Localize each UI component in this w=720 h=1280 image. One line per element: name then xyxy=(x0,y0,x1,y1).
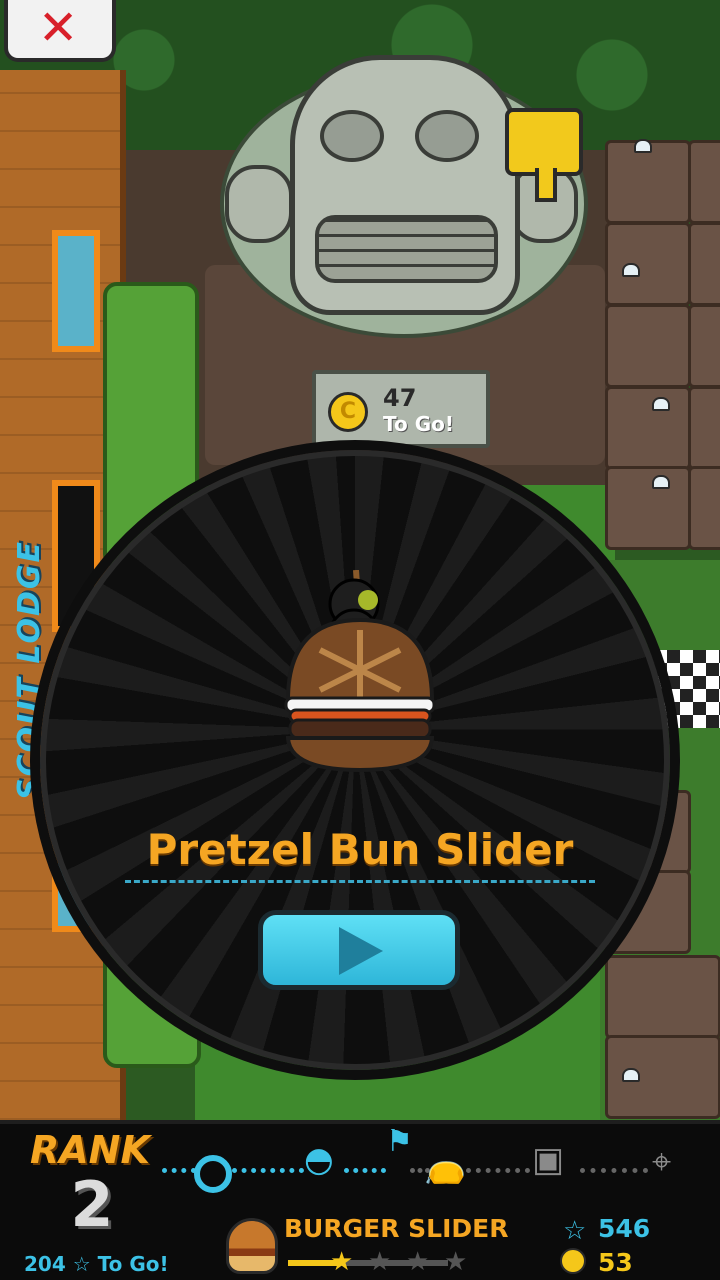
money-bag-icon: 👝 xyxy=(424,1146,467,1186)
play-button[interactable] xyxy=(258,910,460,990)
current-item-name: BURGER SLIDER xyxy=(284,1214,509,1243)
mushroom-icon xyxy=(652,475,670,489)
garden-plot xyxy=(688,222,720,306)
star-empty-icon: ★ xyxy=(406,1247,430,1277)
garden-plot xyxy=(605,222,691,306)
mushroom-icon xyxy=(652,397,670,411)
rank-number: 2 xyxy=(70,1168,114,1241)
coin-goal-sign: C 47 To Go! xyxy=(312,370,490,448)
star-points-icon: ☆ xyxy=(72,1252,91,1276)
statue-eye xyxy=(320,110,384,162)
burger-icon: ◓ xyxy=(304,1140,334,1180)
item-star-rating: ★ ★ ★ ★ xyxy=(286,1247,468,1277)
coin-icon: C xyxy=(328,392,368,432)
golden-spatula-icon xyxy=(505,108,583,202)
rank-to-go-label: To Go! xyxy=(97,1252,169,1276)
star-filled-icon: ★ xyxy=(330,1247,354,1277)
play-icon xyxy=(339,927,383,975)
close-x-icon: ✕ xyxy=(38,0,79,56)
unlocked-item-name: Pretzel Bun Slider xyxy=(146,825,574,874)
location-pin-icon: ⌖ xyxy=(652,1142,672,1182)
mushroom-icon xyxy=(622,263,640,277)
rank-points-to-go: 204 ☆ To Go! xyxy=(24,1252,169,1276)
coin-count: 53 xyxy=(598,1248,633,1277)
garden-plot xyxy=(605,955,720,1039)
garden-plot xyxy=(605,139,691,224)
coin-goal-label: To Go! xyxy=(383,412,454,436)
star-points-count: 546 xyxy=(598,1214,651,1243)
milestone-path xyxy=(162,1168,196,1173)
coin-goal-count: 47 xyxy=(383,384,417,412)
garden-plot xyxy=(605,304,691,388)
lodge-window xyxy=(52,230,100,352)
coin-icon xyxy=(560,1248,586,1274)
lodge-sign: SCOUT LODGE xyxy=(12,540,47,800)
star-empty-icon: ★ xyxy=(368,1247,392,1277)
statue-arm xyxy=(225,165,293,243)
milestone-path xyxy=(580,1168,648,1173)
garden-plot xyxy=(688,140,720,224)
flag-icon: ⚑ xyxy=(386,1124,413,1159)
garden-plot xyxy=(688,304,720,388)
star-points-icon: ☆ xyxy=(563,1216,587,1246)
pretzel-bun-slider-image xyxy=(284,570,436,773)
garden-plot xyxy=(688,466,720,550)
milestone-path xyxy=(466,1168,530,1173)
statue-mouth xyxy=(315,215,498,283)
mushroom-icon xyxy=(634,139,652,153)
rank-points-value: 204 xyxy=(24,1252,66,1276)
milestone-path xyxy=(344,1168,386,1173)
mushroom-icon xyxy=(622,1068,640,1082)
statue-eye xyxy=(415,110,479,162)
garden-plot xyxy=(688,386,720,470)
star-empty-icon: ★ xyxy=(444,1247,468,1277)
gift-icon: ▣ xyxy=(532,1140,565,1180)
garden-plot xyxy=(605,1035,720,1119)
close-button[interactable]: ✕ xyxy=(4,0,116,62)
rank-title: RANK xyxy=(30,1128,150,1172)
scout-badge-icon xyxy=(194,1155,232,1193)
milestone-path xyxy=(232,1168,304,1173)
current-burger-icon xyxy=(226,1218,278,1274)
garden-plot xyxy=(605,386,691,470)
garden-plot xyxy=(605,466,691,550)
name-underline xyxy=(125,880,595,883)
